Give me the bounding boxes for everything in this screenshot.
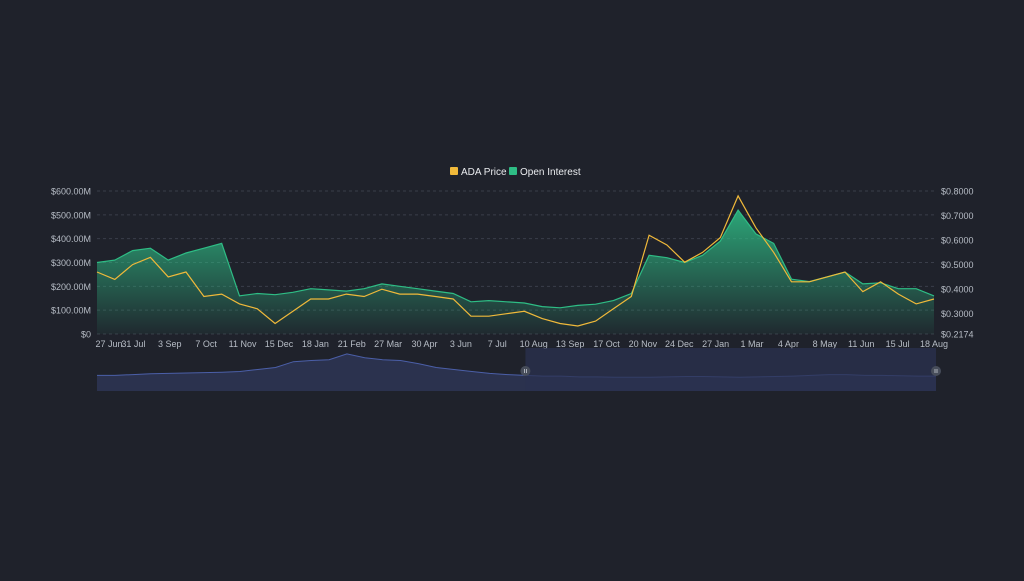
- y-right-tick-label: $0.4000: [941, 285, 974, 295]
- x-tick-label: 11 Jun: [848, 339, 874, 349]
- y-axis-left: $0 $100.00M $200.00M $300.00M $400.00M $500.0…: [51, 187, 91, 340]
- legend: ADA Price Open Interest: [450, 167, 581, 178]
- y-left-tick-label: $300.00M: [51, 258, 91, 268]
- x-tick-label: 17 Oct: [593, 339, 620, 349]
- y-left-tick-label: $200.00M: [51, 282, 91, 292]
- x-tick-label: 1 Mar: [741, 339, 764, 349]
- x-tick-label: 4 Apr: [778, 339, 799, 349]
- x-tick-label: 21 Feb: [338, 339, 366, 349]
- navigator-handle-left[interactable]: [520, 366, 531, 376]
- legend-swatch-ada-price: [450, 167, 458, 175]
- legend-item-ada-price[interactable]: ADA Price: [450, 167, 507, 178]
- y-right-tick-label: $0.6000: [941, 236, 974, 246]
- legend-label-open-interest: Open Interest: [520, 167, 581, 178]
- x-tick-label: 30 Apr: [412, 339, 438, 349]
- x-tick-label: 27 Jan: [702, 339, 729, 349]
- open-interest-area: [97, 210, 934, 334]
- open-interest-chart: ADA Price Open Interest $0 $100.00M $200.0…: [51, 167, 974, 391]
- y-right-tick-label: $0.2174: [941, 330, 974, 340]
- x-tick-label: 13 Sep: [556, 339, 585, 349]
- y-right-tick-label: $0.8000: [941, 187, 974, 197]
- x-tick-label: 8 May: [813, 339, 838, 349]
- x-tick-label: 3 Jun: [450, 339, 472, 349]
- navigator-selection[interactable]: [525, 348, 936, 391]
- legend-swatch-open-interest: [509, 167, 517, 175]
- x-tick-label: 27 Mar: [374, 339, 402, 349]
- y-right-tick-label: $0.7000: [941, 211, 974, 221]
- x-tick-label: 31 Jul: [121, 339, 145, 349]
- chart-container: ADA Price Open Interest $0 $100.00M $200.0…: [0, 0, 1024, 576]
- y-right-tick-label: $0.3000: [941, 309, 974, 319]
- x-axis: 27 Jun31 Jul 3 Sep 7 Oct 11 Nov 15 Dec 18 Jan…: [95, 339, 948, 349]
- legend-item-open-interest[interactable]: Open Interest: [509, 167, 581, 178]
- x-tick-label: 18 Jan: [302, 339, 329, 349]
- y-left-tick-label: $0: [81, 330, 91, 340]
- navigator-handle-right[interactable]: [931, 366, 941, 376]
- y-right-tick-label: $0.5000: [941, 260, 974, 270]
- x-tick-label: 10 Aug: [520, 339, 548, 349]
- x-tick-label: 11 Nov: [229, 339, 257, 349]
- y-left-tick-label: $600.00M: [51, 187, 91, 197]
- x-tick-label: 15 Dec: [265, 339, 294, 349]
- y-left-tick-label: $500.00M: [51, 210, 91, 220]
- y-axis-right: $0.2174 $0.3000 $0.4000 $0.5000 $0.6000 $0.70…: [941, 187, 974, 340]
- x-tick-label: 18 Aug: [920, 339, 948, 349]
- x-tick-label: 27 Jun: [95, 339, 122, 349]
- x-tick-label: 20 Nov: [629, 339, 658, 349]
- navigator[interactable]: [97, 348, 941, 391]
- x-tick-label: 15 Jul: [886, 339, 910, 349]
- y-left-tick-label: $400.00M: [51, 234, 91, 244]
- plot-area[interactable]: [96, 194, 935, 334]
- x-tick-label: 24 Dec: [665, 339, 694, 349]
- legend-label-ada-price: ADA Price: [461, 167, 507, 178]
- x-tick-label: 3 Sep: [158, 339, 182, 349]
- y-left-tick-label: $100.00M: [51, 306, 91, 316]
- x-tick-label: 7 Jul: [488, 339, 507, 349]
- x-tick-label: 7 Oct: [195, 339, 217, 349]
